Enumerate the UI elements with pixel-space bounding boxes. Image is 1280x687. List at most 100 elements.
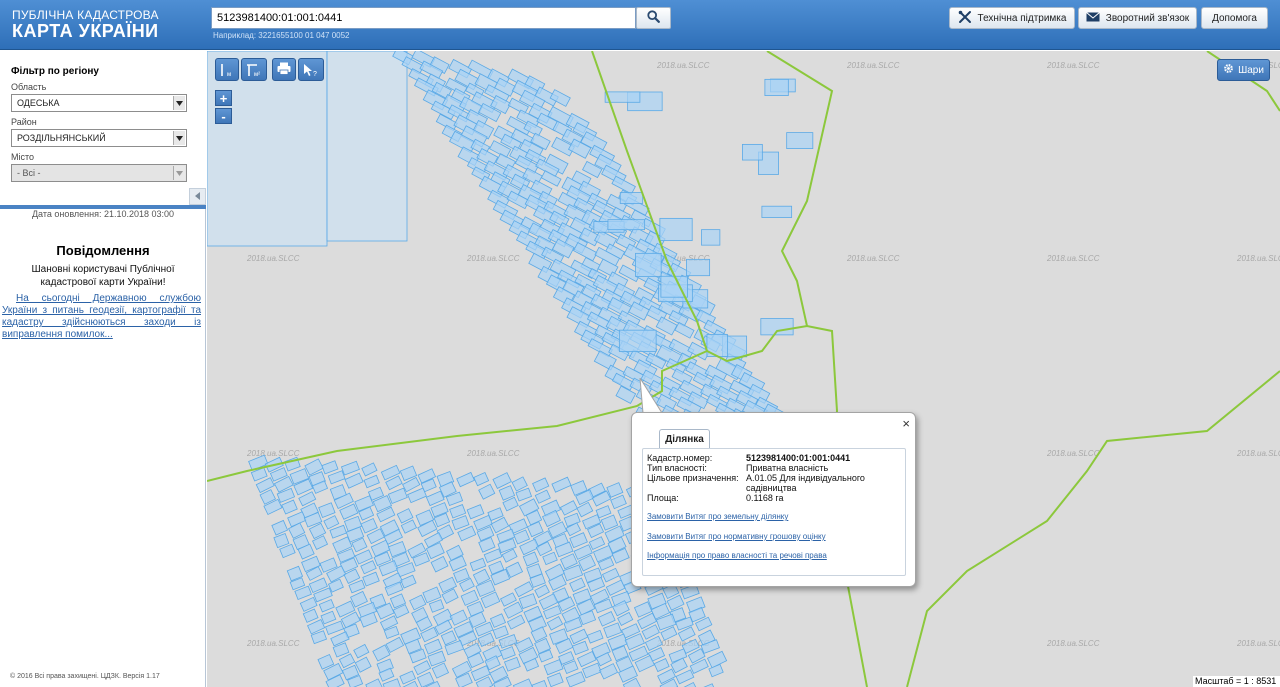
parcel-popup: × Ділянка Кадастр.номер: 5123981400:01:0… bbox=[631, 412, 916, 587]
district-select[interactable]: РОЗДІЛЬНЯНСЬКИЙ bbox=[11, 129, 187, 147]
parcel bbox=[473, 471, 490, 487]
search-icon bbox=[647, 10, 660, 26]
help-label: Допомога bbox=[1212, 12, 1257, 24]
sidebar-collapse-button[interactable] bbox=[189, 188, 206, 205]
parcel bbox=[449, 504, 467, 519]
parcel bbox=[531, 679, 549, 687]
parcel bbox=[653, 658, 670, 673]
popup-row: Цільове призначення: А.01.05 Для індивід… bbox=[647, 473, 901, 493]
feedback-button[interactable]: Зворотний зв'язок bbox=[1078, 7, 1197, 29]
order-extract-link[interactable]: Замовити Витяг про земельну ділянку bbox=[647, 512, 788, 521]
watermark-text: 2018.ua.SLCC bbox=[246, 254, 300, 263]
parcel bbox=[325, 620, 345, 635]
gear-icon bbox=[1223, 63, 1234, 77]
parcel bbox=[449, 609, 468, 626]
map-view[interactable]: 2018.ua.SLCC 2018.ua.SLCC 2018.ua.SLCC 2018… bbox=[207, 51, 1280, 687]
parcel bbox=[365, 678, 384, 687]
city-select[interactable]: - Всі - bbox=[11, 164, 187, 182]
filter-title: Фільтр по регіону bbox=[11, 66, 99, 77]
tab-parcel[interactable]: Ділянка bbox=[659, 429, 710, 448]
support-label: Технічна підтримка bbox=[977, 12, 1067, 24]
city-value: - Всі - bbox=[17, 168, 41, 178]
region-value: ОДЕСЬКА bbox=[17, 98, 60, 108]
search-input[interactable] bbox=[211, 7, 636, 29]
parcel bbox=[344, 472, 364, 489]
popup-body: Кадастр.номер: 5123981400:01:001:0441 Ти… bbox=[642, 448, 906, 576]
support-button[interactable]: Технічна підтримка bbox=[949, 7, 1075, 29]
parcel bbox=[701, 229, 721, 246]
parcel bbox=[320, 610, 337, 625]
parcel bbox=[318, 502, 336, 519]
layers-label: Шари bbox=[1238, 64, 1264, 76]
chevron-left-icon bbox=[195, 191, 200, 203]
watermark-text: 2018.ua.SLCC bbox=[1046, 639, 1100, 648]
parcel bbox=[499, 646, 516, 660]
measure-length-button[interactable]: м bbox=[215, 58, 239, 81]
parcel bbox=[489, 613, 507, 628]
ruler-icon: м bbox=[221, 63, 231, 78]
copyright: © 2016 Всі права захищені. ЦДЗК. Версія … bbox=[10, 673, 160, 680]
map-canvas[interactable]: 2018.ua.SLCC 2018.ua.SLCC 2018.ua.SLCC 2018… bbox=[207, 51, 1280, 687]
zoom-in-button[interactable]: + bbox=[215, 90, 232, 106]
parcel bbox=[786, 132, 814, 149]
parcel bbox=[385, 636, 405, 653]
parcel bbox=[511, 476, 528, 492]
district-value: РОЗДІЛЬНЯНСЬКИЙ bbox=[17, 133, 106, 143]
parcel bbox=[586, 629, 604, 644]
logo-line1: ПУБЛІЧНА КАДАСТРОВА bbox=[12, 8, 159, 22]
parcel bbox=[551, 476, 572, 493]
parcel bbox=[431, 662, 450, 679]
region-select[interactable]: ОДЕСЬКА bbox=[11, 94, 187, 112]
parcel bbox=[330, 631, 350, 647]
district-label: Район bbox=[11, 117, 37, 127]
parcel bbox=[659, 217, 693, 242]
parcel bbox=[742, 143, 763, 161]
parcel bbox=[466, 504, 485, 520]
popup-row-value: 0.1168 га bbox=[746, 493, 784, 503]
wrench-icon bbox=[958, 10, 972, 27]
parcel bbox=[271, 519, 289, 536]
parcel bbox=[606, 482, 624, 498]
parcel bbox=[428, 599, 445, 613]
parcel bbox=[360, 517, 378, 534]
parcel bbox=[338, 653, 356, 669]
parcel bbox=[363, 474, 380, 489]
watermark-text: 2018.ua.SLCC bbox=[656, 61, 710, 70]
parcel bbox=[534, 584, 550, 599]
news-link[interactable]: На сьогодні Державною службою України з … bbox=[2, 293, 201, 341]
popup-row-key: Кадастр.номер: bbox=[647, 453, 713, 463]
parcel bbox=[607, 219, 646, 231]
tool-query-label: ? bbox=[313, 71, 317, 78]
tool-m2-label: м² bbox=[254, 72, 260, 78]
parcel bbox=[329, 524, 347, 539]
parcel bbox=[595, 505, 612, 519]
watermark-text: 2018.ua.SLCC bbox=[1046, 61, 1100, 70]
parcel bbox=[618, 329, 657, 352]
order-valuation-link[interactable]: Замовити Витяг про нормативну грошову оц… bbox=[647, 532, 826, 541]
parcel bbox=[425, 490, 445, 507]
parcel bbox=[635, 252, 662, 277]
parcel bbox=[532, 477, 550, 493]
zoom-out-button[interactable]: - bbox=[215, 108, 232, 124]
popup-close-button[interactable]: × bbox=[902, 416, 910, 431]
parcel bbox=[610, 494, 627, 510]
parcel bbox=[675, 669, 695, 685]
logo[interactable]: ПУБЛІЧНА КАДАСТРОВА КАРТА УКРАЇНИ bbox=[12, 9, 159, 40]
search-button[interactable] bbox=[636, 7, 671, 29]
parcel bbox=[281, 499, 298, 515]
identify-button[interactable]: ? bbox=[298, 58, 324, 81]
measure-area-button[interactable]: м² bbox=[241, 58, 267, 81]
popup-row-value: А.01.05 Для індивідуального садівництва bbox=[746, 473, 865, 493]
ownership-info-link[interactable]: Інформація про право власності та речові… bbox=[647, 551, 827, 560]
parcel bbox=[387, 487, 408, 505]
print-button[interactable] bbox=[272, 58, 296, 81]
parcel bbox=[559, 500, 578, 516]
print-icon bbox=[277, 62, 291, 78]
layers-button[interactable]: Шари bbox=[1217, 59, 1270, 81]
parcel bbox=[323, 515, 340, 530]
help-button[interactable]: Допомога bbox=[1201, 7, 1268, 29]
parcel bbox=[565, 671, 586, 687]
watermark-text: 2018.ua.SLCC bbox=[1236, 449, 1280, 458]
parcel bbox=[456, 471, 475, 488]
parcel bbox=[546, 616, 564, 631]
